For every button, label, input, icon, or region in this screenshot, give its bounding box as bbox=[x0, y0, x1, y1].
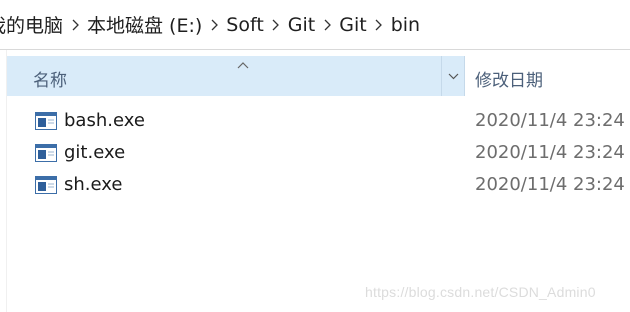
file-list: bash.exe 2020/11/4 23:24 git.exe 2020/11… bbox=[7, 105, 630, 201]
watermark: https://blog.csdn.net/CSDN_Admin0 bbox=[365, 284, 596, 300]
exe-file-icon bbox=[35, 176, 57, 194]
column-header-date-label: 修改日期 bbox=[475, 71, 543, 91]
chevron-right-icon[interactable] bbox=[316, 17, 338, 32]
chevron-down-icon[interactable] bbox=[441, 56, 465, 96]
list-item[interactable]: bash.exe 2020/11/4 23:24 bbox=[7, 105, 630, 137]
exe-file-icon bbox=[35, 112, 57, 130]
breadcrumb-item-drive-e[interactable]: 本地磁盘 (E:) bbox=[86, 11, 203, 38]
breadcrumb-item-git-sub[interactable]: Git bbox=[338, 14, 367, 36]
breadcrumb-item-git[interactable]: Git bbox=[287, 14, 316, 36]
column-header-row: 名称 修改日期 bbox=[7, 56, 630, 96]
file-name: bash.exe bbox=[64, 110, 145, 131]
file-explorer-window: 我的电脑 本地磁盘 (E:) Soft Git Git bin 名称 bbox=[0, 0, 630, 312]
navigation-pane-edge[interactable] bbox=[0, 50, 7, 312]
file-date-modified: 2020/11/4 23:24 bbox=[475, 174, 625, 195]
breadcrumb-item-bin[interactable]: bin bbox=[390, 14, 421, 36]
list-item[interactable]: sh.exe 2020/11/4 23:24 bbox=[7, 169, 630, 201]
chevron-right-icon[interactable] bbox=[203, 17, 225, 32]
file-date-modified: 2020/11/4 23:24 bbox=[475, 142, 625, 163]
exe-file-icon bbox=[35, 144, 57, 162]
breadcrumb[interactable]: 我的电脑 本地磁盘 (E:) Soft Git Git bin bbox=[0, 0, 630, 50]
breadcrumb-item-this-pc[interactable]: 我的电脑 bbox=[0, 11, 64, 38]
chevron-right-icon[interactable] bbox=[64, 17, 86, 32]
file-date-modified: 2020/11/4 23:24 bbox=[475, 110, 625, 131]
breadcrumb-item-soft[interactable]: Soft bbox=[225, 14, 265, 36]
chevron-right-icon[interactable] bbox=[265, 17, 287, 32]
column-header-name[interactable]: 名称 bbox=[7, 56, 465, 96]
list-item[interactable]: git.exe 2020/11/4 23:24 bbox=[7, 137, 630, 169]
sort-ascending-icon bbox=[236, 56, 250, 69]
chevron-right-icon[interactable] bbox=[368, 17, 390, 32]
file-name: sh.exe bbox=[64, 174, 123, 195]
column-header-name-label: 名称 bbox=[33, 71, 67, 91]
file-name: git.exe bbox=[64, 142, 126, 163]
column-header-date-modified[interactable]: 修改日期 bbox=[465, 56, 630, 96]
